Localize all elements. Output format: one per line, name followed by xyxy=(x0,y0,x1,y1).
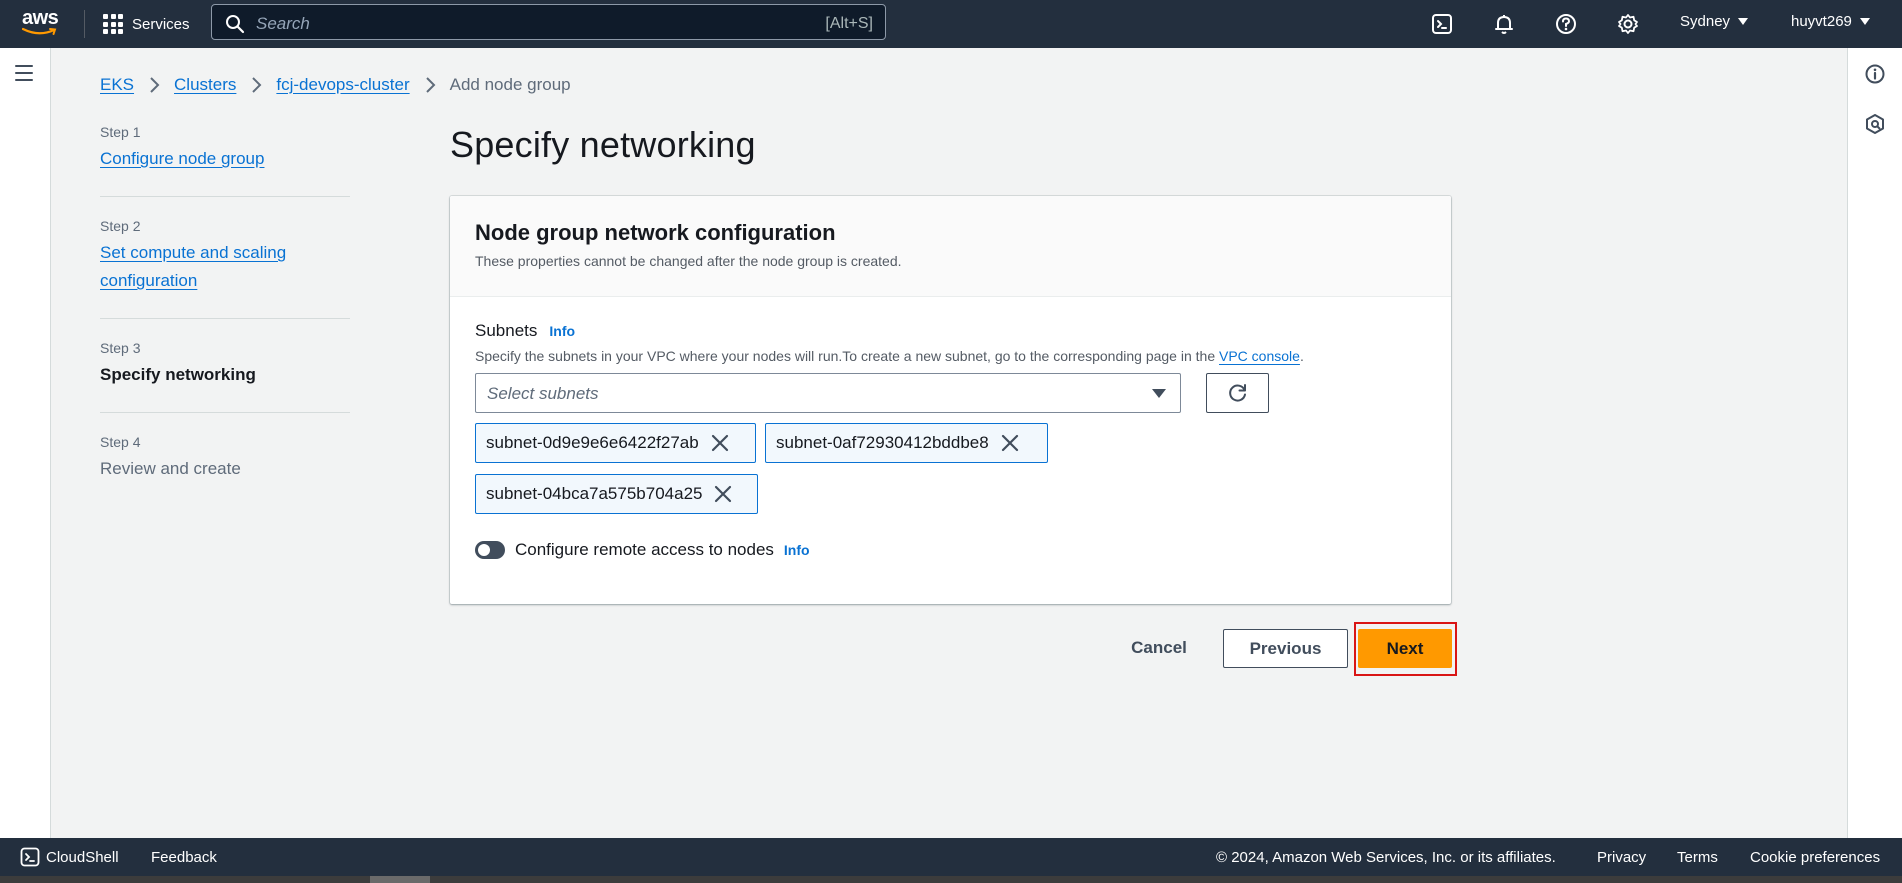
copyright-text: © 2024, Amazon Web Services, Inc. or its… xyxy=(1216,849,1556,866)
breadcrumb-current: Add node group xyxy=(449,75,571,94)
select-placeholder: Select subnets xyxy=(487,384,599,403)
close-icon[interactable] xyxy=(714,485,732,503)
cloudshell-label: CloudShell xyxy=(46,848,119,866)
container-description: These properties cannot be changed after… xyxy=(475,253,902,269)
step-4: Step 4 Review and create xyxy=(100,434,350,483)
breadcrumb: EKS Clusters fcj-devops-cluster Add node… xyxy=(100,75,571,95)
search-shortcut: [Alt+S] xyxy=(825,15,873,32)
step-number: Step 1 xyxy=(100,124,141,140)
menu-icon[interactable] xyxy=(15,65,35,81)
cloudshell-icon xyxy=(20,847,40,867)
aws-logo[interactable]: aws xyxy=(22,8,62,38)
feedback-link[interactable]: Feedback xyxy=(151,849,217,866)
container-header: Node group network configuration These p… xyxy=(450,196,1451,297)
remote-access-info-link[interactable]: Info xyxy=(784,542,810,558)
breadcrumb-eks[interactable]: EKS xyxy=(100,75,134,95)
close-icon[interactable] xyxy=(1001,434,1019,452)
refresh-icon xyxy=(1228,384,1246,402)
hexagon-icon[interactable] xyxy=(1864,113,1886,135)
subnets-select[interactable]: Select subnets xyxy=(475,373,1181,413)
breadcrumb-cluster-name[interactable]: fcj-devops-cluster xyxy=(276,75,409,95)
step-4-label: Review and create xyxy=(100,459,241,478)
chevron-right-icon xyxy=(250,76,262,94)
remote-access-row: Configure remote access to nodes Info xyxy=(475,540,810,560)
search-icon xyxy=(226,15,245,34)
step-number: Step 3 xyxy=(100,340,141,356)
bell-icon[interactable] xyxy=(1490,10,1518,38)
info-panel-icon[interactable] xyxy=(1864,63,1886,85)
search-placeholder: Search xyxy=(256,14,310,33)
container-title: Node group network configuration xyxy=(475,220,836,245)
remote-access-toggle[interactable] xyxy=(475,541,505,559)
chevron-right-icon xyxy=(148,76,160,94)
grid-icon xyxy=(103,14,123,34)
next-button[interactable]: Next xyxy=(1358,629,1452,668)
step-1: Step 1 Configure node group xyxy=(100,124,350,173)
page-title: Specify networking xyxy=(450,124,756,165)
subnet-token: subnet-0d9e9e6e6422f27ab xyxy=(475,423,756,463)
subnet-token-label: subnet-0d9e9e6e6422f27ab xyxy=(486,433,699,452)
services-label: Services xyxy=(132,15,190,33)
step-number: Step 2 xyxy=(100,218,141,234)
aws-smile-icon xyxy=(22,27,57,35)
subnets-info-link[interactable]: Info xyxy=(549,323,575,339)
region-selector[interactable]: Sydney xyxy=(1680,13,1749,30)
terms-link[interactable]: Terms xyxy=(1677,849,1718,866)
search-input[interactable]: Search [Alt+S] xyxy=(211,4,886,40)
close-icon[interactable] xyxy=(711,434,729,452)
subnets-field-label: Subnets Info xyxy=(475,321,575,341)
step-2-link[interactable]: Set compute and scaling configuration xyxy=(100,239,350,295)
remote-access-label: Configure remote access to nodes xyxy=(515,540,774,559)
refresh-subnets-button[interactable] xyxy=(1206,373,1269,413)
step-number: Step 4 xyxy=(100,434,141,450)
subnet-token-label: subnet-0af72930412bddbe8 xyxy=(776,433,989,452)
nav-divider xyxy=(84,10,85,38)
cookie-preferences-link[interactable]: Cookie preferences xyxy=(1750,849,1880,866)
privacy-link[interactable]: Privacy xyxy=(1597,849,1646,866)
step-divider xyxy=(100,318,350,319)
subnet-token: subnet-0af72930412bddbe8 xyxy=(765,423,1048,463)
step-divider xyxy=(100,412,350,413)
left-navigation-rail xyxy=(0,48,51,838)
step-3-current: Specify networking xyxy=(100,365,256,384)
footer: CloudShell Feedback © 2024, Amazon Web S… xyxy=(0,838,1902,876)
previous-button[interactable]: Previous xyxy=(1223,629,1348,668)
top-navigation: aws Services Search [Alt+S] Sydney huyvt… xyxy=(0,0,1902,48)
help-icon[interactable] xyxy=(1552,10,1580,38)
subnets-label: Subnets xyxy=(475,321,538,340)
region-label: Sydney xyxy=(1680,13,1731,30)
right-tools-rail xyxy=(1847,48,1902,838)
settings-icon[interactable] xyxy=(1614,10,1642,38)
services-menu-button[interactable]: Services xyxy=(103,12,190,36)
horizontal-scrollbar[interactable] xyxy=(0,876,1902,883)
subnet-token-label: subnet-04bca7a575b704a25 xyxy=(486,484,703,503)
account-label: huyvt269 xyxy=(1791,13,1852,30)
scrollbar-thumb[interactable] xyxy=(370,876,430,883)
step-divider xyxy=(100,196,350,197)
network-config-container: Node group network configuration These p… xyxy=(450,196,1451,604)
breadcrumb-clusters[interactable]: Clusters xyxy=(174,75,236,95)
caret-down-icon xyxy=(1738,18,1749,25)
subnets-description: Specify the subnets in your VPC where yo… xyxy=(475,348,1304,364)
aws-logo-text: aws xyxy=(22,7,59,29)
caret-down-icon xyxy=(1152,389,1166,398)
vpc-console-link[interactable]: VPC console xyxy=(1219,348,1300,364)
caret-down-icon xyxy=(1859,18,1870,25)
step-1-link[interactable]: Configure node group xyxy=(100,145,350,173)
chevron-right-icon xyxy=(424,76,436,94)
step-2: Step 2 Set compute and scaling configurat… xyxy=(100,218,350,295)
subnet-token: subnet-04bca7a575b704a25 xyxy=(475,474,758,514)
cloudshell-button[interactable]: CloudShell xyxy=(20,847,119,867)
cloudshell-icon[interactable] xyxy=(1428,10,1456,38)
cancel-button[interactable]: Cancel xyxy=(1120,629,1198,667)
step-3: Step 3 Specify networking xyxy=(100,340,350,389)
account-menu[interactable]: huyvt269 xyxy=(1791,13,1870,30)
